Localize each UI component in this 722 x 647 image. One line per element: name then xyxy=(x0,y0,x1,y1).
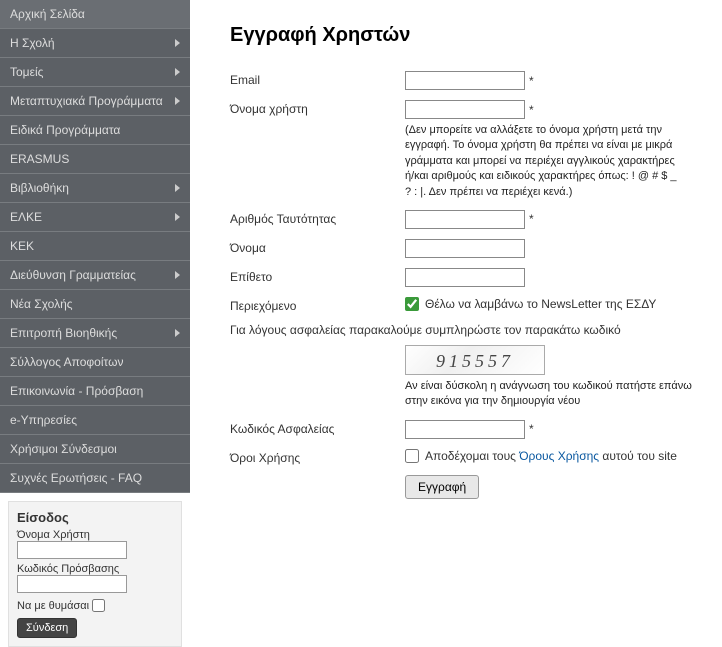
sidebar-item-label: Ειδικά Προγράμματα xyxy=(10,123,120,137)
login-username-input[interactable] xyxy=(17,541,127,559)
terms-label: Όροι Χρήσης xyxy=(230,449,405,465)
username-input[interactable] xyxy=(405,100,525,119)
sidebar-item-label: Χρήσιμοι Σύνδεσμοι xyxy=(10,442,117,456)
username-hint: (Δεν μπορείτε να αλλάξετε το όνομα χρήστ… xyxy=(405,123,685,200)
chevron-right-icon xyxy=(175,329,180,337)
chevron-right-icon xyxy=(175,97,180,105)
email-label: Email xyxy=(230,71,405,87)
security-note: Για λόγους ασφαλείας παρακαλούμε συμπληρ… xyxy=(230,323,702,337)
sidebar-item-15[interactable]: Χρήσιμοι Σύνδεσμοι xyxy=(0,435,190,464)
sidebar-item-14[interactable]: e-Υπηρεσίες xyxy=(0,406,190,435)
sidebar-item-label: Η Σχολή xyxy=(10,36,55,50)
terms-prefix: Αποδέχομαι τους xyxy=(425,449,519,463)
captcha-image[interactable]: 915557 xyxy=(405,345,545,375)
login-box: Είσοδος Όνομα Χρήστη Κωδικός Πρόσβασης Ν… xyxy=(8,501,182,647)
sidebar-item-8[interactable]: ΚΕΚ xyxy=(0,232,190,261)
lastname-input[interactable] xyxy=(405,268,525,287)
terms-link[interactable]: Όρους Χρήσης xyxy=(519,449,599,463)
newsletter-checkbox[interactable] xyxy=(405,297,419,311)
terms-text: Αποδέχομαι τους Όρους Χρήσης αυτού του s… xyxy=(425,449,677,463)
login-remember-checkbox[interactable] xyxy=(92,599,105,612)
id-input[interactable] xyxy=(405,210,525,229)
chevron-right-icon xyxy=(175,213,180,221)
sidebar-item-label: ΕΛΚΕ xyxy=(10,210,42,224)
login-submit-button[interactable]: Σύνδεση xyxy=(17,618,77,638)
sidebar-item-11[interactable]: Επιτροπή Βιοηθικής xyxy=(0,319,190,348)
sidebar-item-label: e-Υπηρεσίες xyxy=(10,413,77,427)
username-label: Όνομα χρήστη xyxy=(230,100,405,116)
sidebar-item-13[interactable]: Επικοινωνία - Πρόσβαση xyxy=(0,377,190,406)
login-pass-label: Κωδικός Πρόσβασης xyxy=(17,563,173,575)
newsletter-text: Θέλω να λαμβάνω το NewsLetter της ΕΣΔΥ xyxy=(425,297,656,311)
required-marker: * xyxy=(529,422,534,436)
seccode-input[interactable] xyxy=(405,420,525,439)
sidebar-item-0[interactable]: Αρχική Σελίδα xyxy=(0,0,190,29)
sidebar-item-4[interactable]: Ειδικά Προγράμματα xyxy=(0,116,190,145)
sidebar-item-12[interactable]: Σύλλογος Αποφοίτων xyxy=(0,348,190,377)
sidebar-item-label: Βιβλιοθήκη xyxy=(10,181,69,195)
register-button[interactable]: Εγγραφή xyxy=(405,475,479,499)
sidebar-item-label: Επιτροπή Βιοηθικής xyxy=(10,326,117,340)
sidebar-item-10[interactable]: Νέα Σχολής xyxy=(0,290,190,319)
sidebar-item-label: ERASMUS xyxy=(10,152,69,166)
firstname-input[interactable] xyxy=(405,239,525,258)
sidebar-item-1[interactable]: Η Σχολή xyxy=(0,29,190,58)
seccode-label: Κωδικός Ασφαλείας xyxy=(230,420,405,436)
sidebar-item-label: ΚΕΚ xyxy=(10,239,34,253)
id-label: Αριθμός Ταυτότητας xyxy=(230,210,405,226)
sidebar-item-label: Νέα Σχολής xyxy=(10,297,73,311)
captcha-hint: Αν είναι δύσκολη η ανάγνωση του κωδικού … xyxy=(405,379,702,410)
sidebar-item-9[interactable]: Διεύθυνση Γραμματείας xyxy=(0,261,190,290)
sidebar-item-label: Σύλλογος Αποφοίτων xyxy=(10,355,123,369)
login-password-input[interactable] xyxy=(17,575,127,593)
firstname-label: Όνομα xyxy=(230,239,405,255)
required-marker: * xyxy=(529,212,534,226)
main-content: Εγγραφή Χρηστών Email * Όνομα χρήστη * (… xyxy=(190,0,722,610)
terms-checkbox[interactable] xyxy=(405,449,419,463)
chevron-right-icon xyxy=(175,39,180,47)
sidebar-item-label: Επικοινωνία - Πρόσβαση xyxy=(10,384,143,398)
sidebar-item-label: Μεταπτυχιακά Προγράμματα xyxy=(10,94,163,108)
sidebar-item-label: Διεύθυνση Γραμματείας xyxy=(10,268,136,282)
sidebar-item-2[interactable]: Τομείς xyxy=(0,58,190,87)
sidebar-nav: Αρχική Σελίδα Η Σχολή Τομείς Μεταπτυχιακά Π… xyxy=(0,0,190,493)
terms-suffix: αυτού του site xyxy=(599,449,677,463)
login-user-label: Όνομα Χρήστη xyxy=(17,529,173,541)
sidebar-item-3[interactable]: Μεταπτυχιακά Προγράμματα xyxy=(0,87,190,116)
sidebar-item-5[interactable]: ERASMUS xyxy=(0,145,190,174)
sidebar-item-label: Αρχική Σελίδα xyxy=(10,7,85,21)
chevron-right-icon xyxy=(175,68,180,76)
lastname-label: Επίθετο xyxy=(230,268,405,284)
sidebar-item-label: Τομείς xyxy=(10,65,43,79)
required-marker: * xyxy=(529,103,534,117)
required-marker: * xyxy=(529,74,534,88)
sidebar-item-6[interactable]: Βιβλιοθήκη xyxy=(0,174,190,203)
content-label: Περιεχόμενο xyxy=(230,297,405,313)
sidebar-item-7[interactable]: ΕΛΚΕ xyxy=(0,203,190,232)
sidebar-item-label: Συχνές Ερωτήσεις - FAQ xyxy=(10,471,142,485)
sidebar-item-16[interactable]: Συχνές Ερωτήσεις - FAQ xyxy=(0,464,190,493)
chevron-right-icon xyxy=(175,271,180,279)
chevron-right-icon xyxy=(175,184,180,192)
login-title: Είσοδος xyxy=(17,510,173,525)
email-input[interactable] xyxy=(405,71,525,90)
page-title: Εγγραφή Χρηστών xyxy=(230,24,702,47)
